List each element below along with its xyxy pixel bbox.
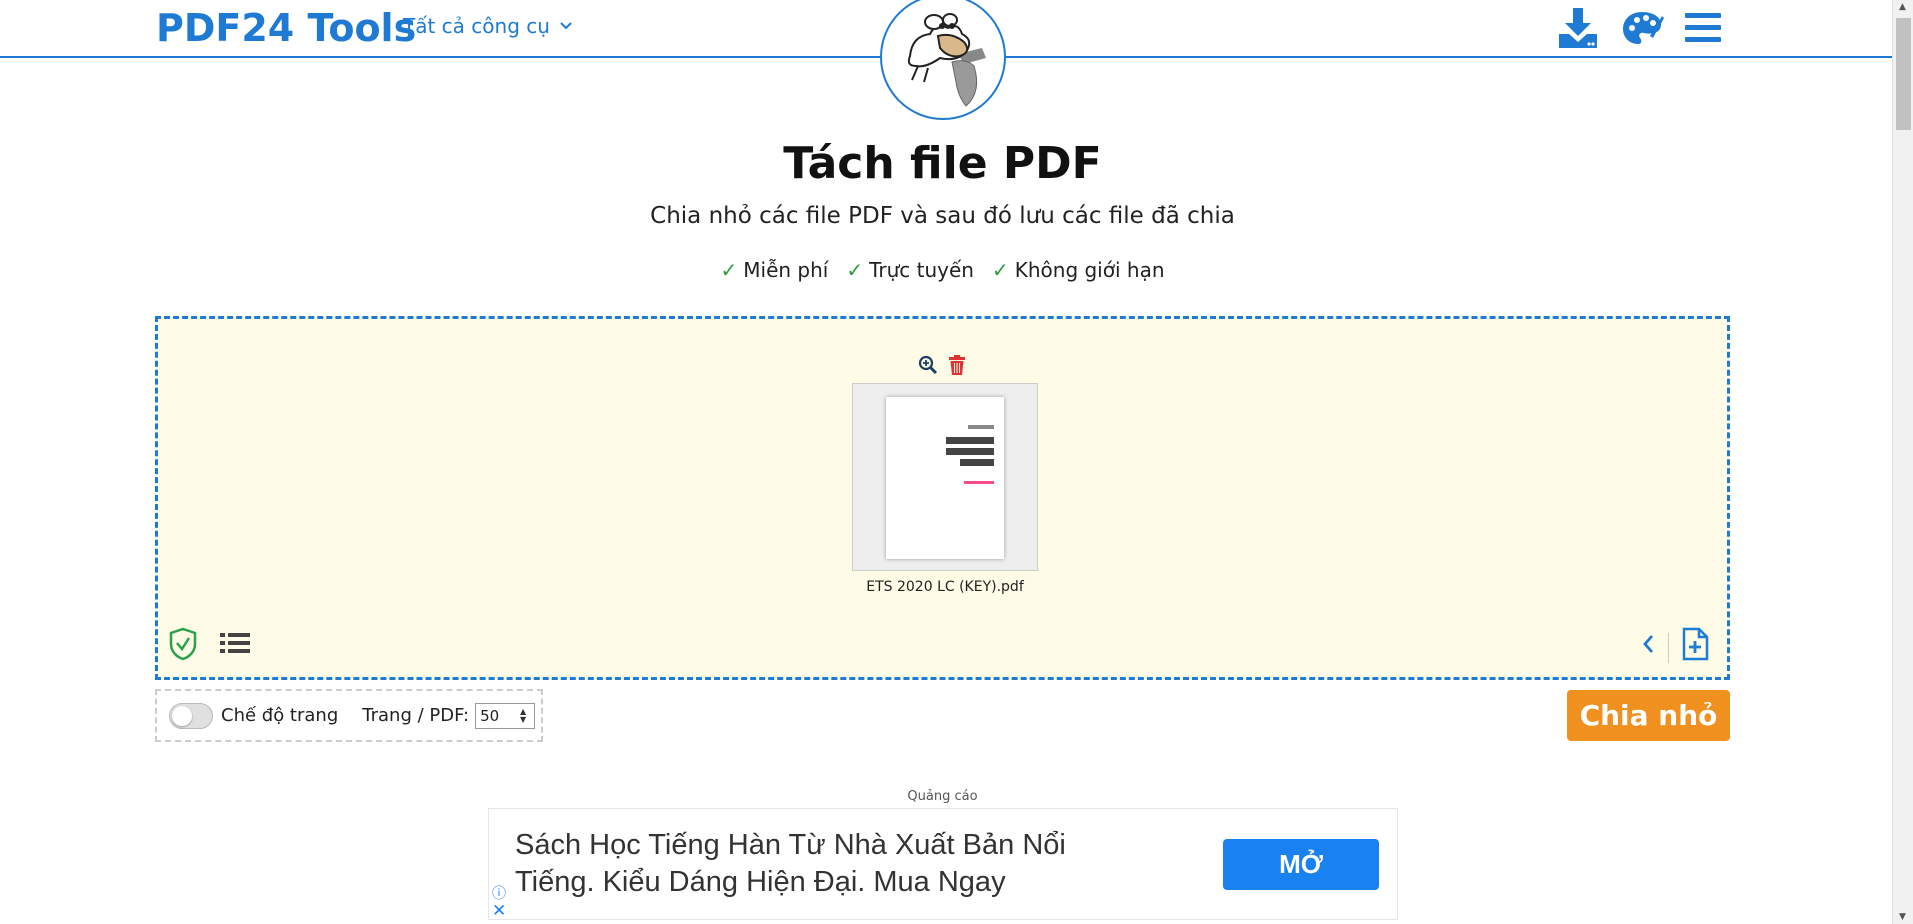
feature-list: ✓ Miễn phí ✓ Trực tuyến ✓ Không giới hạn <box>0 258 1885 282</box>
number-spinner-icon[interactable]: ▲ ▼ <box>516 707 530 724</box>
ad-open-button[interactable]: MỞ <box>1223 839 1379 890</box>
palette-icon[interactable] <box>1620 6 1664 50</box>
split-options: Chế độ trang Trang / PDF: 50 ▲ ▼ <box>155 689 543 742</box>
file-tools <box>918 355 966 379</box>
page-mode-toggle[interactable] <box>169 702 213 729</box>
feature-item: ✓ Miễn phí <box>720 258 829 282</box>
download-icon[interactable] <box>1556 6 1600 50</box>
pages-per-pdf-value: 50 <box>480 706 500 725</box>
check-icon: ✓ <box>991 258 1009 282</box>
page-title: Tách file PDF <box>783 138 1102 189</box>
toolbar-divider <box>1668 633 1669 663</box>
file-name: ETS 2020 LC (KEY).pdf <box>866 579 1024 595</box>
page-mode-label: Chế độ trang <box>221 705 339 726</box>
page-subtitle: Chia nhỏ các file PDF và sau đó lưu các … <box>650 203 1235 229</box>
feature-item: ✓ Trực tuyến <box>846 258 974 282</box>
ad-close-icon[interactable]: ✕ <box>492 901 506 921</box>
check-icon: ✓ <box>720 258 738 282</box>
pages-per-pdf-input[interactable]: 50 ▲ ▼ <box>475 702 536 729</box>
ad-banner[interactable]: Sách Học Tiếng Hàn Từ Nhà Xuất Bản Nổi T… <box>488 808 1398 921</box>
trash-icon[interactable] <box>948 355 966 379</box>
all-tools-dropdown[interactable]: Tất cả công cụ <box>403 14 574 38</box>
shield-check-icon[interactable] <box>168 627 198 665</box>
mascot-image <box>880 0 1006 120</box>
feature-item: ✓ Không giới hạn <box>991 258 1165 282</box>
ad-text[interactable]: Sách Học Tiếng Hàn Từ Nhà Xuất Bản Nổi T… <box>515 827 1135 901</box>
chevron-down-icon <box>558 14 574 38</box>
chevron-left-icon[interactable] <box>1641 633 1655 659</box>
check-icon: ✓ <box>846 258 864 282</box>
scroll-thumb[interactable] <box>1896 18 1911 130</box>
split-button[interactable]: Chia nhỏ <box>1567 690 1730 741</box>
list-icon[interactable] <box>220 631 250 659</box>
all-tools-label: Tất cả công cụ <box>403 14 550 38</box>
scroll-down-icon[interactable]: ▼ <box>1899 912 1906 922</box>
add-file-icon[interactable] <box>1681 627 1709 665</box>
file-dropzone[interactable]: ETS 2020 LC (KEY).pdf <box>155 316 1730 680</box>
file-thumbnail[interactable] <box>852 383 1038 571</box>
zoom-in-icon[interactable] <box>918 355 938 379</box>
logo[interactable]: PDF24 Tools <box>156 6 416 50</box>
scroll-up-icon[interactable]: ▲ <box>1899 2 1906 12</box>
ad-label: Quảng cáo <box>907 789 978 804</box>
ad-info-icon[interactable]: ⓘ <box>492 883 506 903</box>
page-scrollbar[interactable]: ▲ ▼ <box>1892 0 1913 924</box>
menu-icon[interactable] <box>1684 6 1722 50</box>
pdf-page-preview <box>886 397 1004 559</box>
pages-per-pdf-label: Trang / PDF: <box>362 705 470 726</box>
